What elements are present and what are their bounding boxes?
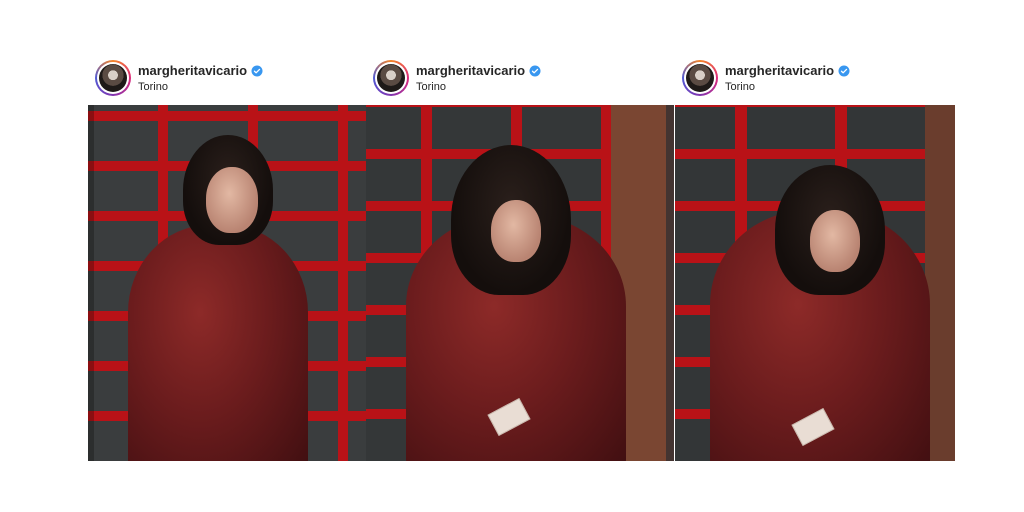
username[interactable]: margheritavicario [138, 63, 247, 78]
post-photo[interactable] [675, 105, 955, 461]
username-row: margheritavicario [725, 63, 850, 78]
post-photo[interactable] [88, 105, 366, 461]
verified-badge-icon [838, 65, 850, 76]
instagram-post-collage: margheritavicario Torino margheritavicar… [0, 0, 1024, 512]
avatar[interactable] [373, 60, 409, 96]
location-label[interactable]: Torino [725, 81, 755, 93]
avatar[interactable] [95, 60, 131, 96]
username-row: margheritavicario [416, 63, 541, 78]
location-label[interactable]: Torino [138, 81, 168, 93]
verified-badge-icon [251, 65, 263, 76]
verified-badge-icon [529, 65, 541, 76]
post-header: margheritavicario Torino [88, 58, 388, 102]
location-label[interactable]: Torino [416, 81, 446, 93]
username-row: margheritavicario [138, 63, 263, 78]
username[interactable]: margheritavicario [725, 63, 834, 78]
post-header: margheritavicario Torino [675, 58, 975, 102]
post-header: margheritavicario Torino [366, 58, 666, 102]
post-photo[interactable] [366, 105, 674, 461]
username[interactable]: margheritavicario [416, 63, 525, 78]
avatar[interactable] [682, 60, 718, 96]
